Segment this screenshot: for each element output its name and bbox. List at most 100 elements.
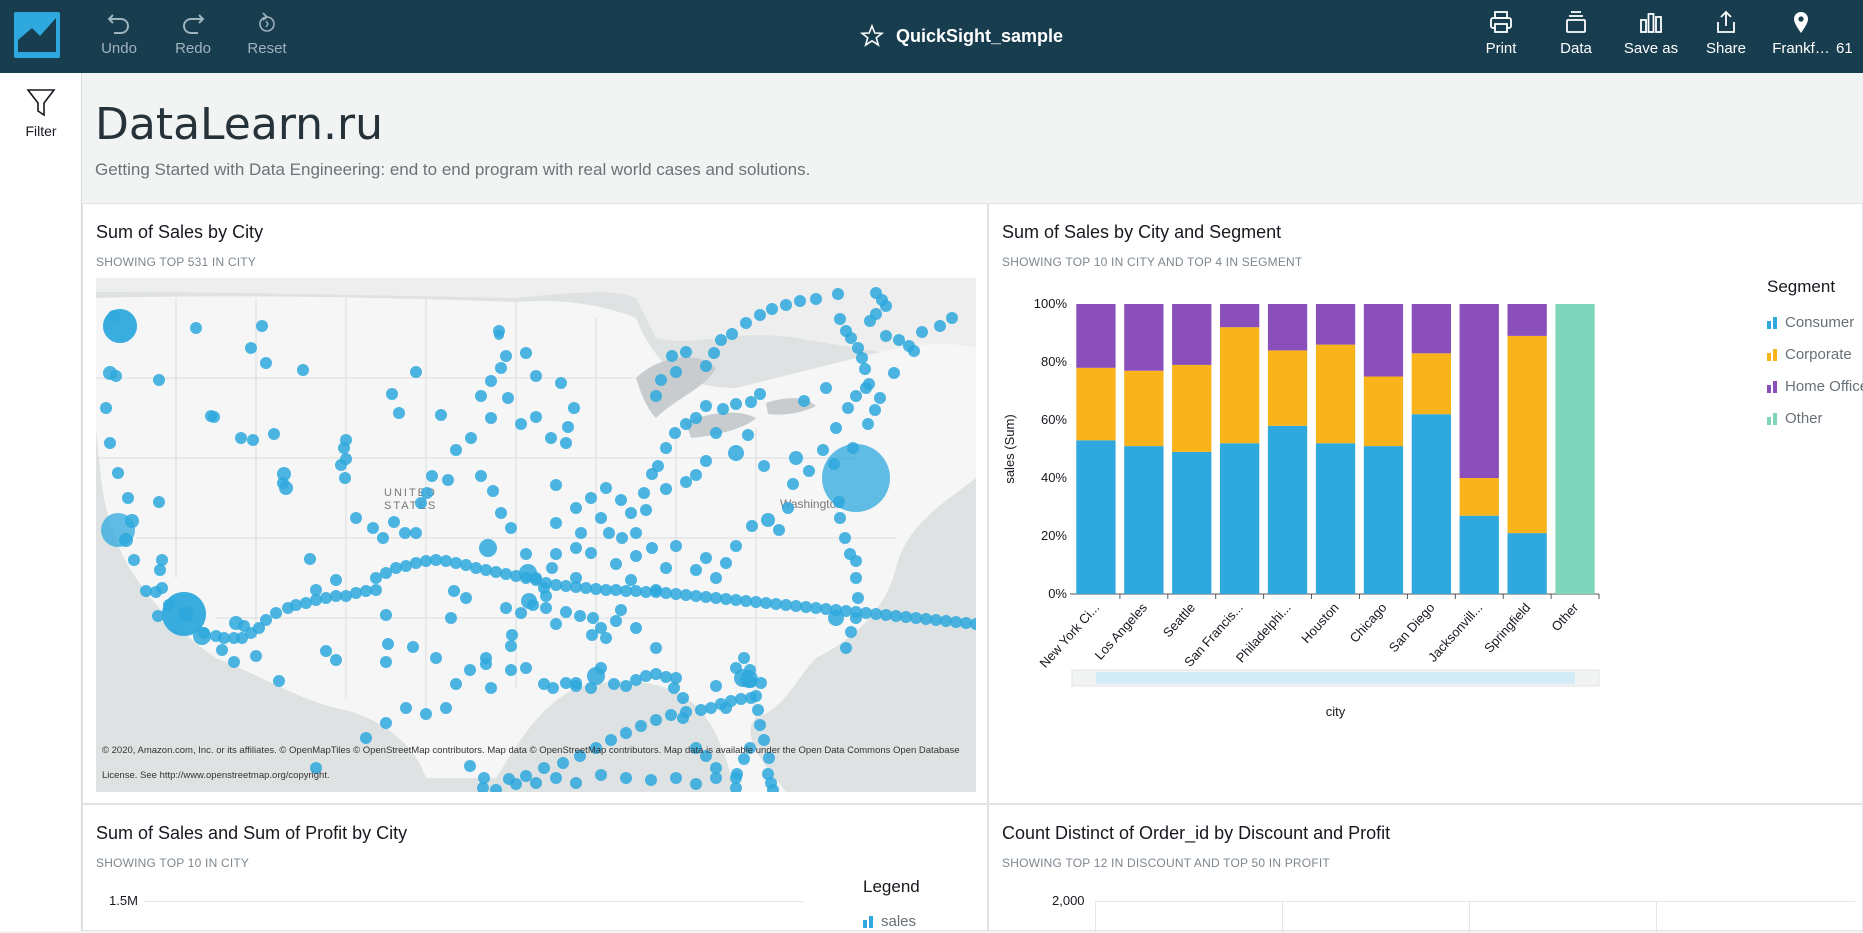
city-point[interactable] bbox=[700, 360, 712, 372]
city-point[interactable] bbox=[100, 402, 112, 414]
bar-segment[interactable] bbox=[1220, 304, 1260, 328]
city-point[interactable] bbox=[339, 472, 351, 484]
city-point[interactable] bbox=[256, 320, 268, 332]
city-point[interactable] bbox=[650, 390, 662, 402]
city-point[interactable] bbox=[585, 547, 597, 559]
city-point[interactable] bbox=[635, 720, 647, 732]
city-point[interactable] bbox=[630, 527, 642, 539]
star-icon[interactable] bbox=[860, 24, 884, 48]
city-point[interactable] bbox=[754, 388, 766, 400]
city-point[interactable] bbox=[505, 640, 517, 652]
bar-segment[interactable] bbox=[1315, 344, 1356, 444]
city-point[interactable] bbox=[717, 403, 729, 415]
city-point[interactable] bbox=[440, 702, 452, 714]
city-point[interactable] bbox=[430, 652, 442, 664]
map-visual[interactable]: Sum of Sales by City SHOWING TOP 531 IN … bbox=[82, 203, 988, 804]
city-point[interactable] bbox=[730, 540, 742, 552]
city-point[interactable] bbox=[119, 533, 133, 547]
city-point[interactable] bbox=[742, 429, 754, 441]
city-point[interactable] bbox=[435, 409, 447, 421]
city-point[interactable] bbox=[228, 656, 240, 668]
city-point[interactable] bbox=[506, 629, 518, 641]
city-point[interactable] bbox=[595, 662, 607, 674]
city-point[interactable] bbox=[595, 512, 607, 524]
bar-segment[interactable] bbox=[1507, 304, 1547, 336]
city-point[interactable] bbox=[560, 606, 572, 618]
city-point[interactable] bbox=[570, 502, 582, 514]
city-point[interactable] bbox=[715, 334, 727, 346]
bar-segment[interactable] bbox=[1076, 304, 1116, 368]
city-point[interactable] bbox=[850, 390, 862, 402]
city-point[interactable] bbox=[730, 398, 742, 410]
city-point[interactable] bbox=[485, 412, 497, 424]
city-point[interactable] bbox=[834, 313, 846, 325]
bar-segment[interactable] bbox=[1555, 304, 1595, 594]
city-point[interactable] bbox=[782, 502, 794, 514]
city-point[interactable] bbox=[665, 709, 677, 721]
city-point[interactable] bbox=[610, 558, 622, 570]
city-point[interactable] bbox=[273, 675, 285, 687]
city-point[interactable] bbox=[574, 610, 586, 622]
city-point[interactable] bbox=[817, 444, 829, 456]
city-point[interactable] bbox=[616, 532, 628, 544]
city-point[interactable] bbox=[934, 320, 946, 332]
city-point[interactable] bbox=[540, 590, 552, 602]
print-button[interactable]: Print bbox=[1466, 10, 1536, 66]
city-point[interactable] bbox=[388, 516, 400, 528]
city-point[interactable] bbox=[856, 352, 868, 364]
city-point[interactable] bbox=[798, 395, 810, 407]
city-point[interactable] bbox=[794, 295, 806, 307]
city-point[interactable] bbox=[862, 418, 874, 430]
city-point[interactable] bbox=[530, 370, 542, 382]
bar-segment[interactable] bbox=[1172, 304, 1212, 365]
city-point[interactable] bbox=[640, 504, 652, 516]
bar-segment[interactable] bbox=[1363, 304, 1404, 377]
city-point[interactable] bbox=[850, 555, 862, 567]
bar-segment[interactable] bbox=[1363, 446, 1404, 594]
city-point[interactable] bbox=[370, 584, 382, 596]
city-point[interactable] bbox=[787, 478, 799, 490]
city-point[interactable] bbox=[407, 641, 419, 653]
city-point[interactable] bbox=[746, 520, 758, 532]
city-point[interactable] bbox=[888, 367, 900, 379]
city-point[interactable] bbox=[754, 309, 766, 321]
city-point[interactable] bbox=[570, 542, 582, 554]
city-point[interactable] bbox=[680, 346, 692, 358]
city-point[interactable] bbox=[893, 334, 905, 346]
city-point[interactable] bbox=[479, 539, 497, 557]
city-point[interactable] bbox=[710, 680, 722, 692]
city-point[interactable] bbox=[350, 512, 362, 524]
city-point[interactable] bbox=[495, 507, 507, 519]
city-point[interactable] bbox=[680, 476, 692, 488]
city-point[interactable] bbox=[745, 396, 757, 408]
city-point[interactable] bbox=[630, 550, 642, 562]
city-point[interactable] bbox=[460, 592, 472, 604]
city-point[interactable] bbox=[350, 587, 362, 599]
city-point[interactable] bbox=[540, 577, 552, 589]
city-point[interactable] bbox=[680, 706, 692, 718]
bar-segment[interactable] bbox=[1267, 304, 1308, 351]
city-point[interactable] bbox=[587, 612, 599, 624]
city-point[interactable] bbox=[852, 592, 864, 604]
stacked-bar-chart[interactable]: 0%20%40%60%80%100%New York Ci...Los Ange… bbox=[989, 264, 1749, 804]
bar-segment[interactable] bbox=[1459, 515, 1499, 594]
bar-segment[interactable] bbox=[1172, 451, 1212, 594]
city-point[interactable] bbox=[520, 662, 532, 674]
city-point[interactable] bbox=[758, 460, 770, 472]
city-point[interactable] bbox=[450, 557, 462, 569]
city-point[interactable] bbox=[670, 366, 682, 378]
map-canvas[interactable]: UNITED STATES Washington © 2020, Amazon.… bbox=[96, 278, 976, 792]
bar-segment[interactable] bbox=[1363, 376, 1404, 447]
city-point[interactable] bbox=[485, 682, 497, 694]
redo-button[interactable]: Redo bbox=[158, 10, 228, 66]
city-point[interactable] bbox=[156, 554, 168, 566]
bar-segment[interactable] bbox=[1267, 425, 1308, 594]
city-point[interactable] bbox=[520, 347, 532, 359]
city-point[interactable] bbox=[380, 656, 392, 668]
city-point[interactable] bbox=[690, 564, 702, 576]
city-point[interactable] bbox=[700, 455, 712, 467]
city-point[interactable] bbox=[810, 293, 822, 305]
city-point[interactable] bbox=[465, 432, 477, 444]
city-point[interactable] bbox=[400, 702, 412, 714]
city-point[interactable] bbox=[615, 494, 627, 506]
